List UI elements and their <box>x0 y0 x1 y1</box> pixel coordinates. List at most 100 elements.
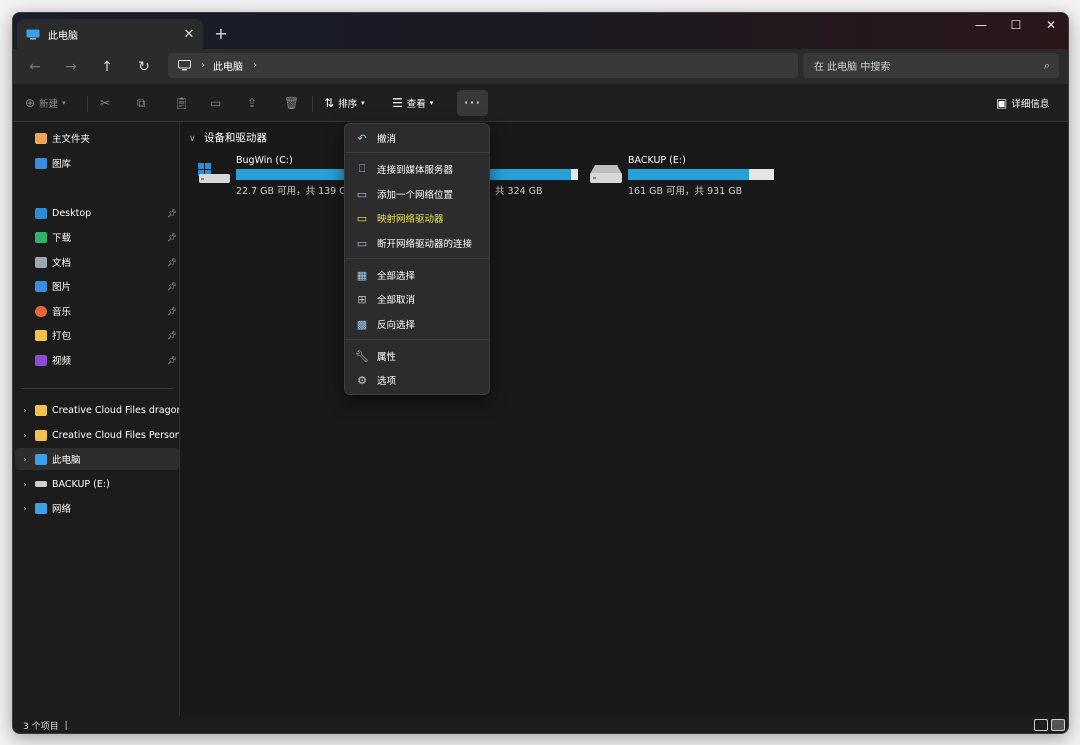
sidebar-item-music[interactable]: 音乐 📌︎ <box>15 300 179 322</box>
menu-item-select-all[interactable]: ▦ 全部选择 <box>349 264 487 286</box>
sidebar-item-network[interactable]: › 网络 <box>15 497 179 519</box>
sidebar-item-gallery[interactable]: 图库 <box>15 152 179 174</box>
sidebar-item-packaging[interactable]: 打包 📌︎ <box>15 324 179 346</box>
collapse-chevron-icon: ∨ <box>189 134 196 144</box>
properties-icon: 🔧︎ <box>355 349 369 363</box>
menu-item-media-server[interactable]: ⎕ 连接到媒体服务器 <box>349 158 487 180</box>
navigation-pane: 主文件夹 图库 Desktop 📌︎ 下载 📌︎ 文档 📌︎ 图片 📌︎ 音乐 … <box>13 122 180 716</box>
status-bar: 3 个项目 | <box>13 716 1068 733</box>
drive-space-info: 共 324 GB <box>495 186 543 197</box>
network-location-icon: ▭ <box>356 187 368 201</box>
drive-name: BACKUP (E:) <box>628 155 686 166</box>
drive-icon <box>590 165 622 183</box>
pin-icon[interactable]: 📌︎ <box>165 209 179 218</box>
drive-usage-fill <box>236 169 359 180</box>
pin-icon[interactable]: 📌︎ <box>165 233 179 242</box>
new-button[interactable]: ⊕ 新建 ▾ <box>25 92 66 114</box>
sidebar-item-backup-drive[interactable]: › BACKUP (E:) <box>15 473 179 495</box>
sidebar-item-pictures[interactable]: 图片 📌︎ <box>15 275 179 297</box>
up-button[interactable]: ↑ <box>95 56 119 78</box>
download-icon <box>35 231 47 243</box>
sidebar-item-this-pc[interactable]: › 此电脑 <box>15 448 179 470</box>
folder-icon <box>35 329 47 341</box>
tab-this-pc[interactable]: 此电脑 ✕ <box>17 19 203 49</box>
pin-icon[interactable]: 📌︎ <box>165 282 179 291</box>
options-icon: ⚙ <box>357 373 367 387</box>
breadcrumb-chevron-icon[interactable]: › <box>201 60 205 71</box>
view-button[interactable]: ☰ 查看 ▾ <box>392 92 433 114</box>
pin-icon[interactable]: 📌︎ <box>165 258 179 267</box>
sidebar-item-documents[interactable]: 文档 📌︎ <box>15 251 179 273</box>
sidebar-item-downloads[interactable]: 下载 📌︎ <box>15 226 179 248</box>
expand-chevron-icon[interactable]: › <box>15 455 35 464</box>
menu-item-map-network-drive[interactable]: ▭ 映射网络驱动器 <box>349 207 487 229</box>
address-row: ← → ↑ ↻ › 此电脑 › 在 此电脑 中搜索 ⌕ <box>13 49 1068 84</box>
menu-item-select-none[interactable]: ⊞ 全部取消 <box>349 288 487 310</box>
paste-icon: 📋︎ <box>174 96 190 110</box>
rename-button[interactable]: ▭ <box>210 92 225 114</box>
share-button[interactable]: ⇪ <box>247 92 261 114</box>
drive-space-info: 161 GB 可用，共 931 GB <box>628 186 743 197</box>
menu-item-options[interactable]: ⚙ 选项 <box>349 369 487 391</box>
menu-separator <box>345 258 489 259</box>
toolbar-separator <box>312 96 313 112</box>
paste-button[interactable]: 📋︎ <box>174 92 193 114</box>
breadcrumb-this-pc[interactable]: 此电脑 <box>213 58 243 73</box>
group-title: 设备和驱动器 <box>203 132 267 144</box>
group-header-devices[interactable]: ∨ 设备和驱动器 <box>189 130 267 145</box>
delete-button[interactable]: 🗑︎ <box>284 92 303 114</box>
sidebar-item-videos[interactable]: 视频 📌︎ <box>15 349 179 371</box>
more-options-button[interactable]: ··· <box>457 90 488 116</box>
refresh-button[interactable]: ↻ <box>132 56 156 78</box>
search-input[interactable]: 在 此电脑 中搜索 <box>814 58 1035 73</box>
new-label: 新建 <box>39 99 59 110</box>
drive-space-info: 22.7 GB 可用，共 139 GB <box>236 186 354 197</box>
folder-icon <box>35 429 47 441</box>
sidebar-item-creative-cloud-personal[interactable]: › Creative Cloud Files Personal <box>15 424 179 446</box>
status-separator: | <box>64 720 68 731</box>
drive-icon <box>35 481 47 487</box>
command-bar: ⊕ 新建 ▾ ✂ ⧉ 📋︎ ▭ ⇪ 🗑︎ ⇅ 排序 ▾ ☰ 查看 ▾ ··· ▣… <box>13 84 1068 122</box>
sidebar-item-creative-cloud-dragon[interactable]: › Creative Cloud Files dragon <box>15 399 179 421</box>
new-tab-button[interactable]: + <box>211 23 231 43</box>
sidebar-item-desktop[interactable]: Desktop 📌︎ <box>15 202 179 224</box>
details-pane-button[interactable]: ▣ 详细信息 <box>996 92 1049 114</box>
sort-button[interactable]: ⇅ 排序 ▾ <box>324 92 365 114</box>
chevron-down-icon: ▾ <box>361 99 365 107</box>
forward-button[interactable]: → <box>59 56 83 78</box>
search-box[interactable]: 在 此电脑 中搜索 ⌕ <box>803 53 1059 78</box>
sort-label: 排序 <box>338 99 358 110</box>
map-drive-icon: ▭ <box>356 211 368 225</box>
large-icons-view-icon[interactable] <box>1051 719 1065 731</box>
expand-chevron-icon[interactable]: › <box>15 480 35 489</box>
search-icon: ⌕ <box>1043 58 1051 72</box>
cut-button[interactable]: ✂ <box>100 92 114 114</box>
copy-button[interactable]: ⧉ <box>137 92 150 114</box>
tab-close-icon[interactable]: ✕ <box>179 24 199 44</box>
menu-item-invert-selection[interactable]: ▩ 反向选择 <box>349 313 487 335</box>
breadcrumb-chevron-icon[interactable]: › <box>253 60 257 71</box>
pin-icon[interactable]: 📌︎ <box>165 331 179 340</box>
expand-chevron-icon[interactable]: › <box>15 406 35 415</box>
minimize-button[interactable]: — <box>963 13 999 37</box>
menu-item-properties[interactable]: 🔧︎ 属性 <box>349 345 487 367</box>
drive-usage-fill <box>628 169 750 180</box>
menu-separator <box>345 339 489 340</box>
music-icon <box>35 305 47 317</box>
expand-chevron-icon[interactable]: › <box>15 504 35 513</box>
back-button[interactable]: ← <box>23 56 47 78</box>
drive-tile-e[interactable]: BACKUP (E:) 161 GB 可用，共 931 GB <box>589 155 789 197</box>
expand-chevron-icon[interactable]: › <box>15 431 35 440</box>
menu-item-add-network-location[interactable]: ▭ 添加一个网络位置 <box>349 183 487 205</box>
menu-item-disconnect-network-drive[interactable]: ▭ 断开网络驱动器的连接 <box>349 232 487 254</box>
sidebar-item-home[interactable]: 主文件夹 <box>15 127 179 149</box>
pin-icon[interactable]: 📌︎ <box>165 356 179 365</box>
address-bar[interactable]: › 此电脑 › <box>168 53 798 78</box>
view-label: 查看 <box>406 99 426 110</box>
close-window-button[interactable]: ✕ <box>1033 13 1068 37</box>
details-view-icon[interactable] <box>1034 719 1048 731</box>
rename-icon: ▭ <box>210 96 222 110</box>
maximize-button[interactable]: ☐ <box>998 13 1034 37</box>
menu-item-undo[interactable]: ↶ 撤消 <box>349 127 487 149</box>
pin-icon[interactable]: 📌︎ <box>165 307 179 316</box>
